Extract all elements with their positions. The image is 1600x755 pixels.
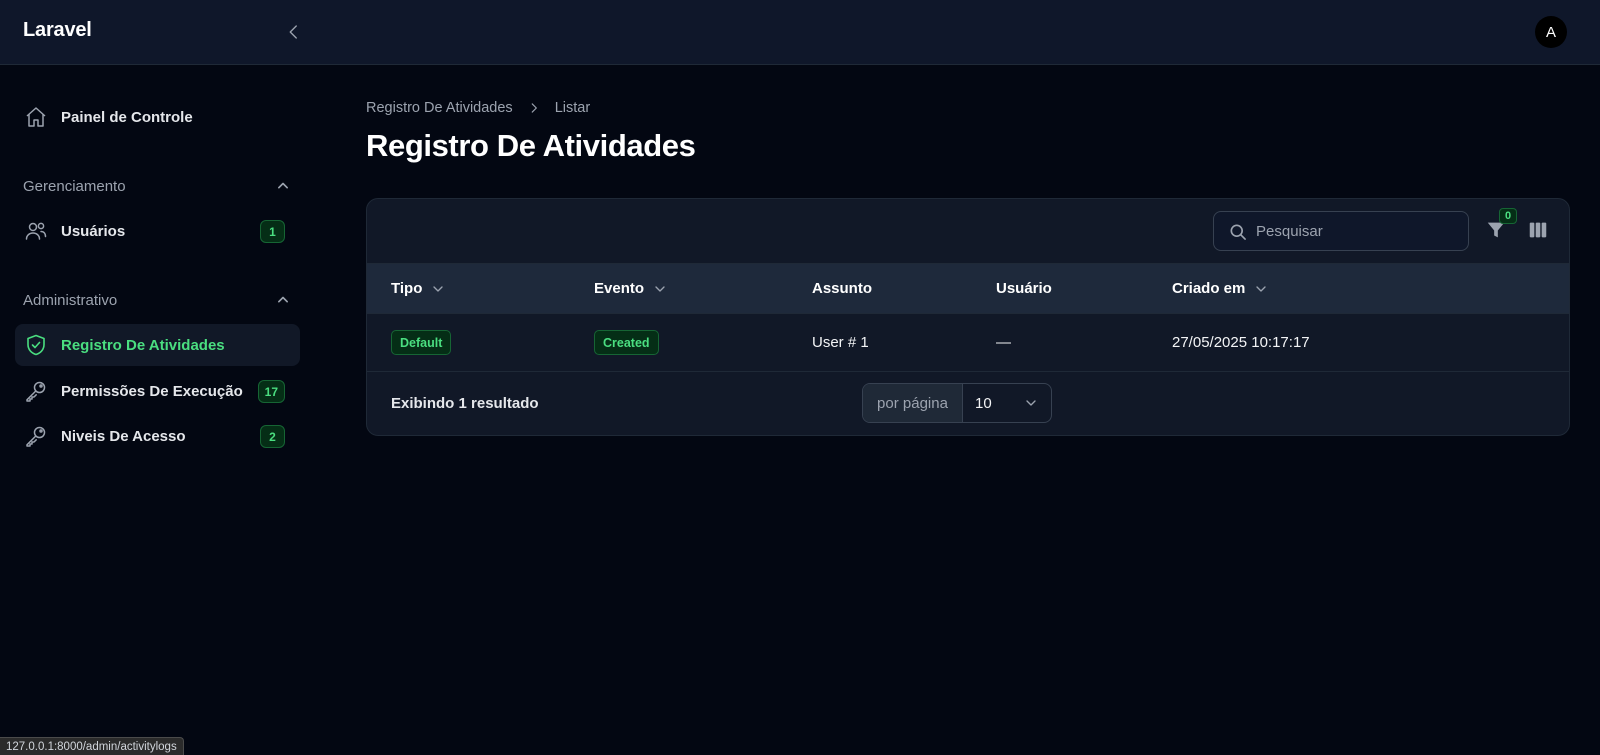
chevron-up-icon (278, 296, 288, 303)
per-page-selector: por página 10 (862, 383, 1052, 423)
key-icon (26, 426, 46, 447)
search-icon (1230, 224, 1246, 240)
user-avatar[interactable]: A (1535, 16, 1567, 48)
chevron-left-icon (289, 25, 297, 39)
brand-logo[interactable]: Laravel (23, 19, 92, 42)
count-badge: 17 (257, 380, 285, 403)
subject-cell: User # 1 (812, 334, 869, 351)
group-label: Administrativo (23, 291, 118, 309)
sidebar-item-label: Registro De Atividades (61, 336, 225, 354)
column-label: Criado em (1172, 280, 1246, 297)
key-icon (26, 381, 46, 402)
topbar: Laravel A (0, 0, 1600, 65)
chevron-down-icon (1026, 400, 1036, 406)
event-badge: Created (594, 330, 659, 355)
group-administrativo[interactable]: Administrativo (23, 290, 293, 310)
user-cell: — (996, 334, 1011, 351)
group-gerenciamento[interactable]: Gerenciamento (23, 176, 293, 196)
sidebar-item-dashboard[interactable]: Painel de Controle (15, 96, 300, 138)
activity-log-table: 0 Tipo Evento Assunto Usuário Criado em … (366, 198, 1570, 436)
results-summary: Exibindo 1 resultado (391, 395, 539, 412)
table-header: Tipo Evento Assunto Usuário Criado em (367, 263, 1569, 314)
page-title: Registro De Atividades (366, 128, 696, 163)
column-label: Tipo (391, 280, 423, 297)
type-badge: Default (391, 330, 452, 355)
column-label: Usuário (996, 280, 1052, 297)
column-header-evento[interactable]: Evento (594, 280, 668, 297)
search-box[interactable] (1213, 211, 1469, 251)
sidebar-item-registro-atividades[interactable]: Registro De Atividades (15, 324, 300, 366)
count-badge: 1 (260, 220, 285, 243)
column-label: Evento (594, 280, 645, 297)
search-input[interactable] (1256, 212, 1456, 250)
status-url: 127.0.0.1:8000/admin/activitylogs (0, 737, 184, 755)
column-label: Assunto (812, 280, 872, 297)
chevron-up-icon (278, 182, 288, 189)
per-page-select[interactable]: 10 (963, 384, 1051, 422)
per-page-label: por página (863, 384, 963, 422)
sidebar-item-label: Niveis De Acesso (61, 427, 186, 445)
filter-count-badge: 0 (1499, 208, 1517, 224)
home-icon (26, 107, 46, 127)
columns-icon[interactable] (1527, 219, 1549, 241)
created-at-cell: 27/05/2025 10:17:17 (1172, 334, 1310, 351)
chevron-down-icon (1256, 285, 1267, 292)
sidebar-item-label: Permissões De Execução (61, 382, 243, 400)
sidebar-item-permissoes-execucao[interactable]: Permissões De Execução 17 (15, 370, 300, 412)
column-header-criado-em[interactable]: Criado em (1172, 280, 1269, 297)
shield-check-icon (27, 334, 45, 356)
breadcrumb-current: Listar (554, 100, 591, 116)
table-row[interactable]: Default Created User # 1 — 27/05/2025 10… (367, 314, 1569, 372)
collapse-sidebar-button[interactable] (282, 20, 306, 44)
chevron-down-icon (433, 285, 444, 292)
sidebar: Painel de Controle Gerenciamento Usuário… (0, 65, 316, 755)
breadcrumb-parent-link[interactable]: Registro De Atividades (366, 100, 513, 116)
breadcrumb: Registro De Atividades Listar (366, 100, 590, 116)
column-header-assunto: Assunto (812, 280, 872, 297)
column-header-tipo[interactable]: Tipo (391, 280, 446, 297)
sidebar-item-label: Usuários (61, 222, 126, 240)
column-header-usuario: Usuário (996, 280, 1052, 297)
sidebar-item-niveis-acesso[interactable]: Niveis De Acesso 2 (15, 415, 300, 457)
users-icon (25, 222, 47, 240)
table-footer: Exibindo 1 resultado por página 10 (367, 372, 1569, 435)
group-label: Gerenciamento (23, 177, 126, 195)
sidebar-item-label: Painel de Controle (61, 108, 193, 126)
count-badge: 2 (260, 425, 285, 448)
sidebar-item-usuarios[interactable]: Usuários 1 (15, 210, 300, 252)
chevron-down-icon (655, 285, 665, 292)
chevron-right-icon (531, 103, 537, 113)
per-page-value: 10 (975, 394, 992, 412)
